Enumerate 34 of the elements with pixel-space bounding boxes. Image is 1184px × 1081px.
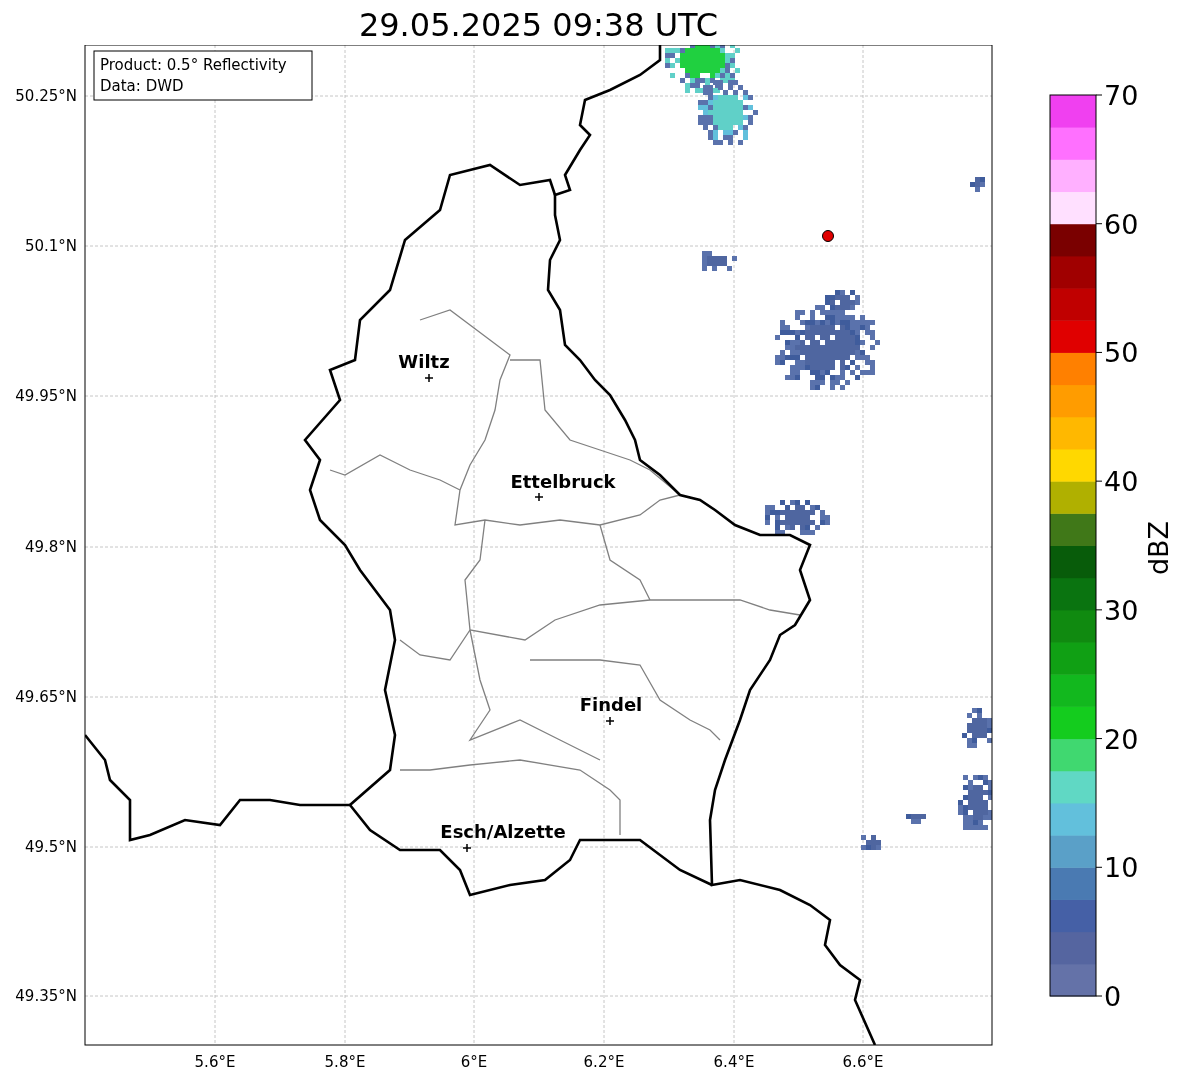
axis-tick-label: 49.35°N: [15, 987, 77, 1005]
colorbar-tick-label: 30: [1104, 594, 1139, 626]
colorbar-tick-label: 50: [1104, 337, 1139, 369]
colorbar-tick-label: 0: [1104, 981, 1122, 1012]
axis-tick-label: 49.65°N: [15, 688, 77, 706]
city-marker-icon: [424, 373, 434, 383]
colorbar-tick-label: 40: [1104, 466, 1139, 498]
city-label: Wiltz: [398, 351, 450, 372]
city-label: Findel: [579, 694, 643, 715]
info-text: Product: 0.5° Reflectivity: [100, 56, 287, 74]
colorbar-tick-label: 60: [1104, 208, 1139, 240]
axis-tick-label: 49.8°N: [24, 538, 77, 556]
colorbar-tick-label: 20: [1104, 723, 1139, 755]
axis-tick-label: 50.1°N: [24, 237, 77, 255]
colorbar-tick-label: 70: [1104, 80, 1139, 111]
axis-tick-label: 5.8°E: [324, 1053, 366, 1071]
axis-tick-label: 6°E: [460, 1053, 488, 1071]
city-label: Esch/Alzette: [440, 821, 566, 842]
axis-tick-label: 50.25°N: [15, 87, 77, 105]
radar-site-marker: [822, 230, 834, 242]
city-marker-icon: [462, 843, 472, 853]
colorbar-tick-label: 10: [1104, 852, 1139, 884]
axis-tick-label: 6.2°E: [583, 1053, 625, 1071]
city-label: Ettelbruck: [510, 471, 616, 492]
colorbar-label: dBZ: [1143, 520, 1174, 576]
info-text: Data: DWD: [100, 77, 184, 95]
axis-tick-label: 6.4°E: [713, 1053, 755, 1071]
city-marker-icon: [534, 492, 544, 502]
axis-tick-label: 5.6°E: [194, 1053, 236, 1071]
city-marker-icon: [605, 716, 615, 726]
chart-title: 29.05.2025 09:38 UTC: [358, 5, 719, 45]
axis-tick-label: 49.5°N: [24, 838, 77, 856]
axis-tick-label: 6.6°E: [842, 1053, 884, 1071]
axis-tick-label: 49.95°N: [15, 387, 77, 405]
